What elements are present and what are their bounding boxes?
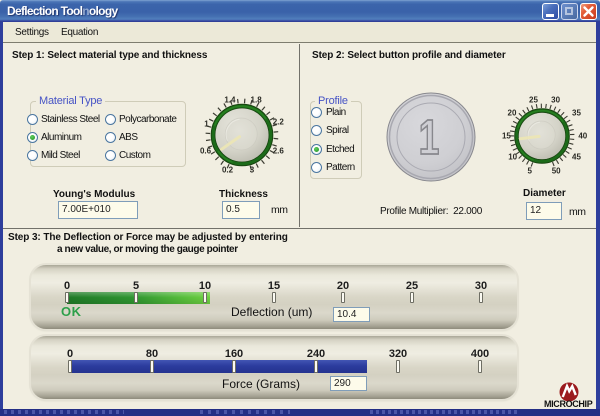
svg-text:1: 1 [419,111,440,165]
